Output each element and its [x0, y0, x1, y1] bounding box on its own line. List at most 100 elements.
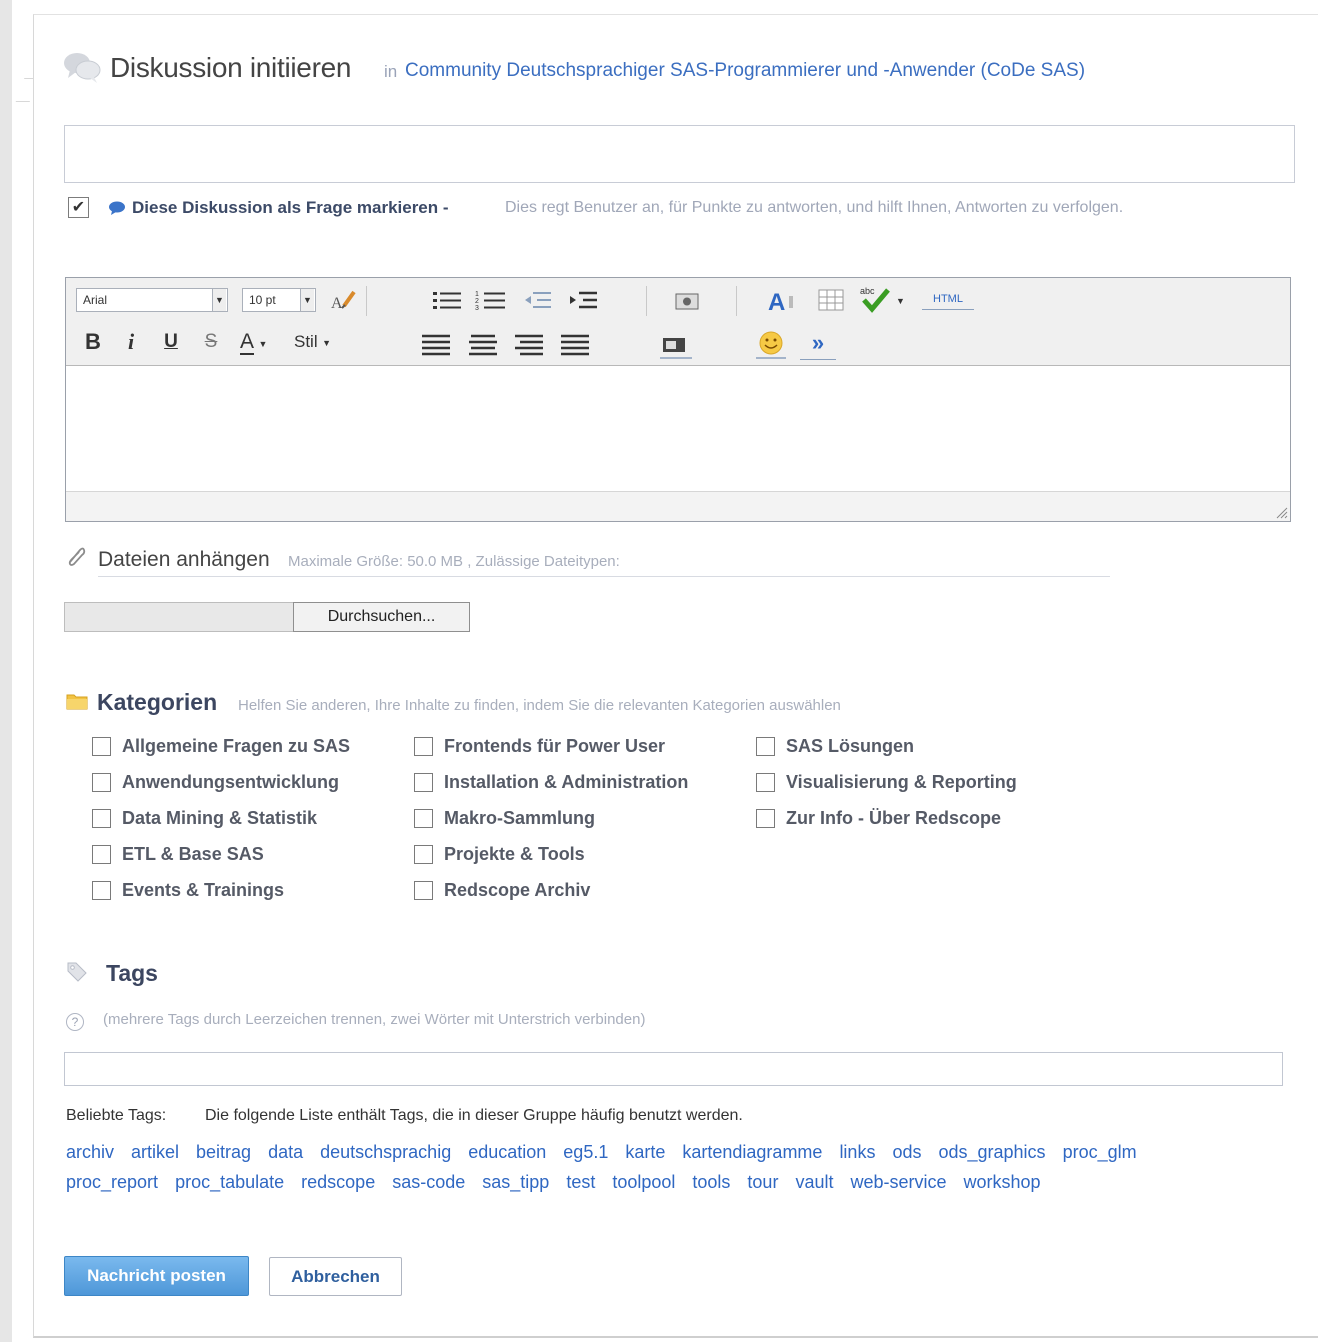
category-checkbox[interactable] [92, 880, 111, 900]
tags-input[interactable] [64, 1052, 1283, 1086]
popular-tag-link[interactable]: test [566, 1172, 595, 1193]
outdent-icon[interactable] [519, 286, 555, 314]
popular-tag-link[interactable]: workshop [964, 1172, 1041, 1193]
categories-hint: Helfen Sie anderen, Ihre Inhalte zu find… [238, 697, 841, 714]
editor-content-area[interactable] [66, 366, 1290, 491]
post-message-button[interactable]: Nachricht posten [64, 1256, 249, 1296]
bold-button[interactable]: B [78, 328, 108, 356]
table-icon[interactable] [816, 286, 846, 314]
resize-grip-icon[interactable] [1274, 505, 1288, 519]
category-checkbox[interactable] [92, 772, 111, 792]
emoji-icon[interactable] [754, 328, 788, 360]
popular-tag-link[interactable]: education [468, 1142, 546, 1163]
popular-tag-link[interactable]: archiv [66, 1142, 114, 1163]
category-checkbox[interactable] [756, 736, 775, 756]
attach-hint: Maximale Größe: 50.0 MB , Zulässige Date… [288, 553, 620, 570]
popular-tag-link[interactable]: ods [892, 1142, 921, 1163]
browse-button[interactable]: Durchsuchen... [293, 602, 470, 632]
category-option[interactable]: Installation & Administration [414, 770, 744, 794]
popular-tag-link[interactable]: links [839, 1142, 875, 1163]
file-path-field[interactable] [64, 602, 294, 632]
popular-tag-link[interactable]: sas_tipp [482, 1172, 549, 1193]
toolbar-divider [366, 286, 367, 316]
align-center-icon[interactable] [466, 330, 500, 358]
style-dropdown[interactable]: Stil ▼ [294, 332, 331, 358]
category-option[interactable]: Anwendungsentwicklung [92, 770, 402, 794]
category-checkbox[interactable] [414, 808, 433, 828]
clear-format-icon[interactable]: A [328, 286, 358, 314]
popular-tag-link[interactable]: proc_report [66, 1172, 158, 1193]
italic-button[interactable]: i [116, 328, 146, 356]
category-checkbox[interactable] [92, 844, 111, 864]
category-checkbox[interactable] [414, 880, 433, 900]
align-right-icon[interactable] [512, 330, 546, 358]
font-color-letter: A [240, 330, 255, 355]
image-icon[interactable] [658, 330, 694, 360]
spellcheck-icon[interactable]: abc ▼ [858, 284, 908, 314]
popular-tag-link[interactable]: artikel [131, 1142, 179, 1163]
popular-tag-link[interactable]: kartendiagramme [682, 1142, 822, 1163]
style-label: Stil [294, 332, 318, 351]
font-color-a-icon[interactable]: A [767, 286, 801, 314]
category-option[interactable]: Projekte & Tools [414, 842, 744, 866]
category-option[interactable]: Zur Info - Über Redscope [756, 806, 1086, 830]
question-checkbox[interactable]: ✔ [68, 197, 89, 218]
svg-text:▼: ▼ [896, 296, 905, 306]
font-value: Arial [83, 293, 108, 307]
left-rail [0, 0, 12, 1342]
font-color-button[interactable]: A ▼ [240, 330, 280, 356]
html-button[interactable]: HTML [922, 288, 974, 310]
popular-tag-link[interactable]: proc_tabulate [175, 1172, 284, 1193]
category-option[interactable]: Events & Trainings [92, 878, 402, 902]
category-option[interactable]: Allgemeine Fragen zu SAS [92, 734, 402, 758]
popular-tag-link[interactable]: eg5.1 [563, 1142, 608, 1163]
popular-tag-link[interactable]: ods_graphics [938, 1142, 1045, 1163]
popular-tag-link[interactable]: data [268, 1142, 303, 1163]
category-checkbox[interactable] [756, 772, 775, 792]
chevron-down-icon[interactable]: ▼ [212, 289, 226, 311]
font-select[interactable]: Arial [76, 288, 228, 312]
category-option[interactable]: Visualisierung & Reporting [756, 770, 1086, 794]
svg-text:3: 3 [475, 305, 479, 312]
numbered-list-icon[interactable]: 123 [473, 286, 509, 314]
category-column-3: SAS Lösungen Visualisierung & Reporting Zu… [756, 734, 1086, 844]
subject-input[interactable] [64, 125, 1295, 183]
help-circle-icon[interactable]: ? [66, 1013, 84, 1031]
category-checkbox[interactable] [756, 808, 775, 828]
category-checkbox[interactable] [414, 844, 433, 864]
popular-tag-link[interactable]: proc_glm [1063, 1142, 1137, 1163]
category-option[interactable]: Data Mining & Statistik [92, 806, 402, 830]
category-option[interactable]: SAS Lösungen [756, 734, 1086, 758]
question-label: Diese Diskussion als Frage markieren - [132, 198, 449, 217]
popular-tag-link[interactable]: tools [692, 1172, 730, 1193]
category-option[interactable]: ETL & Base SAS [92, 842, 402, 866]
category-checkbox[interactable] [92, 736, 111, 756]
popular-tag-link[interactable]: web-service [850, 1172, 946, 1193]
popular-tag-link[interactable]: tour [747, 1172, 778, 1193]
popular-tag-link[interactable]: karte [625, 1142, 665, 1163]
popular-tag-link[interactable]: deutschsprachig [320, 1142, 451, 1163]
community-link[interactable]: Community Deutschsprachiger SAS-Programm… [405, 60, 1085, 82]
popular-tag-link[interactable]: toolpool [612, 1172, 675, 1193]
category-option[interactable]: Frontends für Power User [414, 734, 744, 758]
chevron-down-icon[interactable]: ▼ [300, 289, 314, 311]
media-icon[interactable] [672, 288, 702, 314]
align-left-icon[interactable] [419, 330, 453, 358]
align-justify-icon[interactable] [558, 330, 592, 358]
category-checkbox[interactable] [414, 736, 433, 756]
more-tools-button[interactable]: » [800, 330, 836, 360]
category-checkbox[interactable] [414, 772, 433, 792]
popular-tag-link[interactable]: sas-code [392, 1172, 465, 1193]
bullet-list-icon[interactable] [429, 286, 465, 314]
category-option[interactable]: Redscope Archiv [414, 878, 744, 902]
popular-tag-link[interactable]: beitrag [196, 1142, 251, 1163]
strikethrough-button[interactable]: S [196, 328, 226, 356]
popular-tag-link[interactable]: redscope [301, 1172, 375, 1193]
cancel-button[interactable]: Abbrechen [269, 1257, 402, 1296]
underline-button[interactable]: U [156, 328, 186, 356]
category-checkbox[interactable] [92, 808, 111, 828]
indent-icon[interactable] [565, 286, 601, 314]
popular-tag-link[interactable]: vault [795, 1172, 833, 1193]
toolbar-divider [646, 286, 647, 316]
category-option[interactable]: Makro-Sammlung [414, 806, 744, 830]
